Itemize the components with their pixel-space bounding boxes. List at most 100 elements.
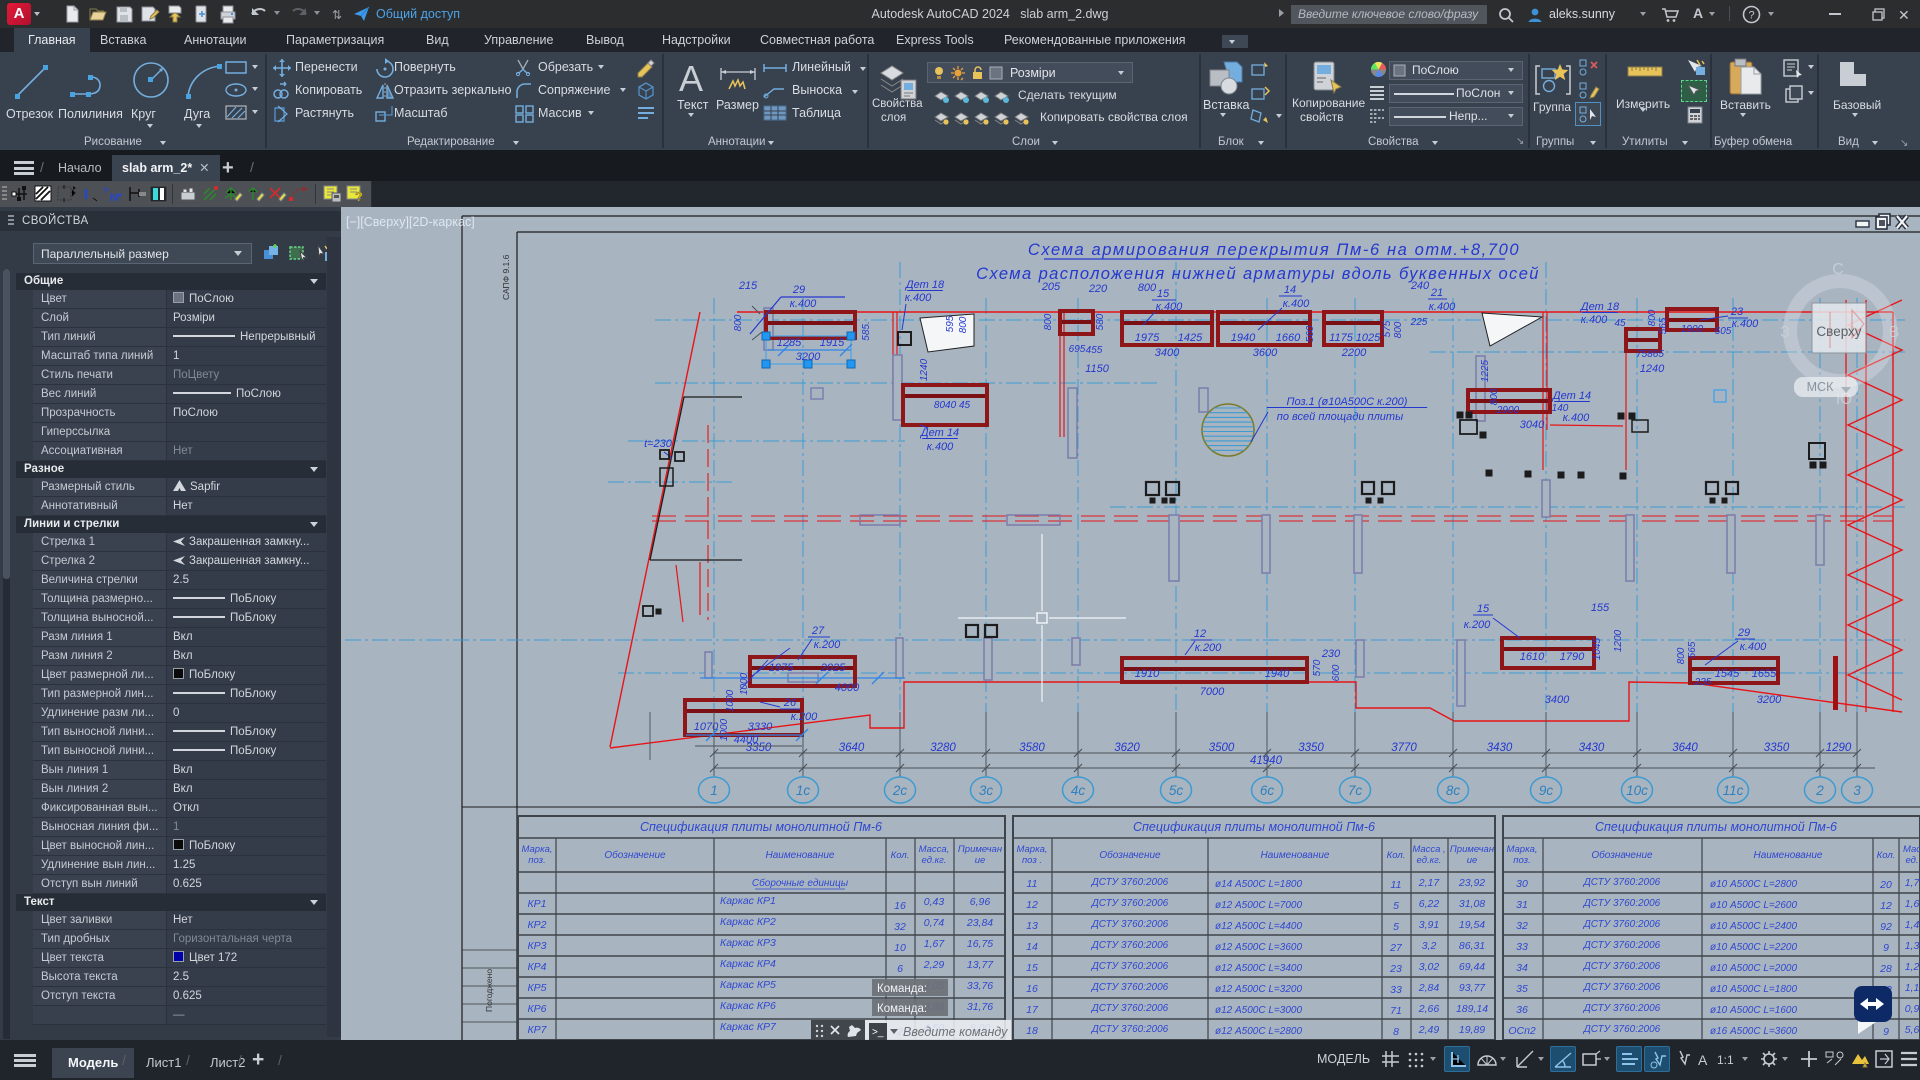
- svg-text:Каркас КР1: Каркас КР1: [720, 895, 776, 907]
- svg-text:Дет 14: Дет 14: [919, 427, 959, 439]
- svg-text:12: 12: [1026, 899, 1038, 911]
- svg-text:поз .: поз .: [1022, 855, 1042, 866]
- svg-text:Каркас КР5: Каркас КР5: [720, 979, 776, 991]
- svg-text:1655: 1655: [1752, 668, 1777, 680]
- svg-text:Примечан: Примечан: [1450, 844, 1495, 855]
- svg-text:Каркас КР7: Каркас КР7: [720, 1021, 777, 1033]
- svg-text:Масса,: Масса,: [919, 844, 950, 855]
- svg-text:>_: >_: [872, 1027, 884, 1038]
- svg-text:ДСТУ 3760:2006: ДСТУ 3760:2006: [1583, 982, 1661, 993]
- svg-text:1: 1: [710, 783, 718, 798]
- svg-text:3640: 3640: [839, 742, 865, 754]
- svg-text:189,14: 189,14: [1456, 1003, 1488, 1015]
- svg-text:15: 15: [1477, 603, 1490, 615]
- svg-text:585.: 585.: [861, 321, 872, 340]
- svg-text:ДСТУ 3760:2006: ДСТУ 3760:2006: [1091, 982, 1169, 993]
- svg-text:12: 12: [1194, 628, 1206, 640]
- svg-text:3040: 3040: [1520, 419, 1545, 431]
- svg-text:ø12 А500С L=3000: ø12 А500С L=3000: [1215, 1005, 1302, 1016]
- svg-text:800: 800: [1043, 313, 1054, 330]
- svg-text:7c: 7c: [1348, 783, 1363, 798]
- svg-text:8c: 8c: [1446, 783, 1461, 798]
- svg-text:595: 595: [945, 315, 956, 332]
- svg-text:4c: 4c: [1071, 783, 1086, 798]
- svg-text:к.400: к.400: [790, 298, 817, 310]
- svg-text:5,6: 5,6: [1905, 1024, 1920, 1036]
- svg-text:1025: 1025: [1356, 332, 1381, 344]
- svg-text:1240: 1240: [919, 358, 930, 381]
- svg-text:к.400: к.400: [905, 292, 932, 304]
- svg-text:t=230: t=230: [644, 438, 673, 450]
- svg-text:поз.: поз.: [528, 855, 545, 866]
- svg-text:1,7: 1,7: [1905, 877, 1920, 889]
- svg-text:19,54: 19,54: [1459, 919, 1485, 931]
- svg-text:11: 11: [1027, 878, 1038, 890]
- svg-text:3430: 3430: [1579, 742, 1605, 754]
- svg-text:41940: 41940: [1250, 755, 1283, 767]
- svg-text:3620: 3620: [1114, 742, 1140, 754]
- svg-text:230: 230: [1321, 648, 1341, 660]
- svg-text:0,43: 0,43: [924, 896, 945, 908]
- svg-text:1000: 1000: [719, 718, 730, 741]
- svg-text:560: 560: [1305, 325, 1316, 342]
- svg-text:14: 14: [1284, 284, 1296, 296]
- svg-text:2,84: 2,84: [1418, 982, 1440, 994]
- svg-text:ø12 А500С L=3600: ø12 А500С L=3600: [1215, 942, 1302, 953]
- svg-text:18: 18: [1026, 1025, 1038, 1037]
- svg-text:Команда:: Команда:: [877, 1003, 927, 1015]
- svg-text:?: ?: [355, 189, 363, 204]
- svg-text:ед.кг.: ед.кг.: [922, 855, 947, 866]
- svg-text:570: 570: [1312, 659, 1323, 676]
- svg-text:32: 32: [1516, 920, 1528, 932]
- svg-text:Iⁿ: Iⁿ: [103, 185, 109, 195]
- svg-text:16: 16: [1026, 983, 1038, 995]
- svg-text:565: 565: [1687, 641, 1698, 658]
- svg-text:к.200: к.200: [1195, 642, 1222, 654]
- svg-text:1,6: 1,6: [1905, 898, 1920, 910]
- svg-text:215: 215: [738, 280, 758, 292]
- svg-text:КР2: КР2: [527, 919, 546, 931]
- svg-text:1975: 1975: [769, 662, 794, 674]
- svg-text:1,4: 1,4: [1905, 919, 1920, 931]
- svg-text:2,29: 2,29: [923, 959, 945, 971]
- svg-text:1940: 1940: [1265, 668, 1290, 680]
- svg-text:Обозначение: Обозначение: [1591, 849, 1653, 861]
- svg-text:I: I: [84, 186, 88, 203]
- svg-text:Каркас КР2: Каркас КР2: [720, 916, 776, 928]
- svg-text:к.200: к.200: [814, 639, 841, 651]
- svg-text:11: 11: [1391, 879, 1402, 891]
- svg-text:1225: 1225: [1480, 359, 1491, 382]
- svg-text:7000: 7000: [1200, 686, 1225, 698]
- svg-text:17: 17: [1026, 1004, 1039, 1016]
- svg-text:ДСТУ 3760:2006: ДСТУ 3760:2006: [1583, 877, 1661, 888]
- svg-text:ø16 А500С L=3600: ø16 А500С L=3600: [1710, 1026, 1797, 1037]
- svg-text:1975: 1975: [1135, 332, 1160, 344]
- svg-text:З: З: [1780, 324, 1790, 341]
- svg-text:Команда:: Команда:: [877, 983, 927, 995]
- svg-text:ø10 А500С L=1800: ø10 А500С L=1800: [1710, 984, 1797, 995]
- svg-text:1175: 1175: [1329, 332, 1354, 344]
- svg-text:2,66: 2,66: [1418, 1003, 1440, 1015]
- svg-text:поз.: поз.: [1513, 855, 1530, 866]
- svg-text:ø12 А500С L=4400: ø12 А500С L=4400: [1215, 921, 1302, 932]
- svg-text:A: A: [1698, 1052, 1708, 1068]
- svg-text:ø12 А500С L=7000: ø12 А500С L=7000: [1215, 900, 1302, 911]
- svg-text:Обозначение: Обозначение: [604, 849, 666, 861]
- svg-text:ДСТУ 3760:2006: ДСТУ 3760:2006: [1583, 1024, 1661, 1035]
- svg-text:ие: ие: [1467, 855, 1478, 866]
- svg-text:Примечан: Примечан: [958, 844, 1003, 855]
- svg-text:Марка,: Марка,: [1507, 844, 1538, 855]
- svg-text:580: 580: [1095, 313, 1106, 330]
- svg-text:30: 30: [1516, 878, 1528, 890]
- svg-text:к.400: к.400: [1740, 641, 1767, 653]
- svg-text:1790: 1790: [1560, 651, 1585, 663]
- svg-text:ДСТУ 3760:2006: ДСТУ 3760:2006: [1091, 961, 1169, 972]
- svg-text:к.400: к.400: [927, 441, 954, 453]
- svg-text:к.200: к.200: [791, 711, 818, 723]
- svg-text:ø10 А500С L=2000: ø10 А500С L=2000: [1710, 963, 1797, 974]
- svg-text:ø10 А500С L=1600: ø10 А500С L=1600: [1710, 1005, 1797, 1016]
- svg-text:[−][Сверху][2D-каркас]: [−][Сверху][2D-каркас]: [346, 215, 475, 229]
- svg-text:1150: 1150: [1085, 363, 1110, 375]
- svg-text:1285: 1285: [777, 337, 802, 349]
- svg-text:Введите команду: Введите команду: [903, 1025, 1008, 1039]
